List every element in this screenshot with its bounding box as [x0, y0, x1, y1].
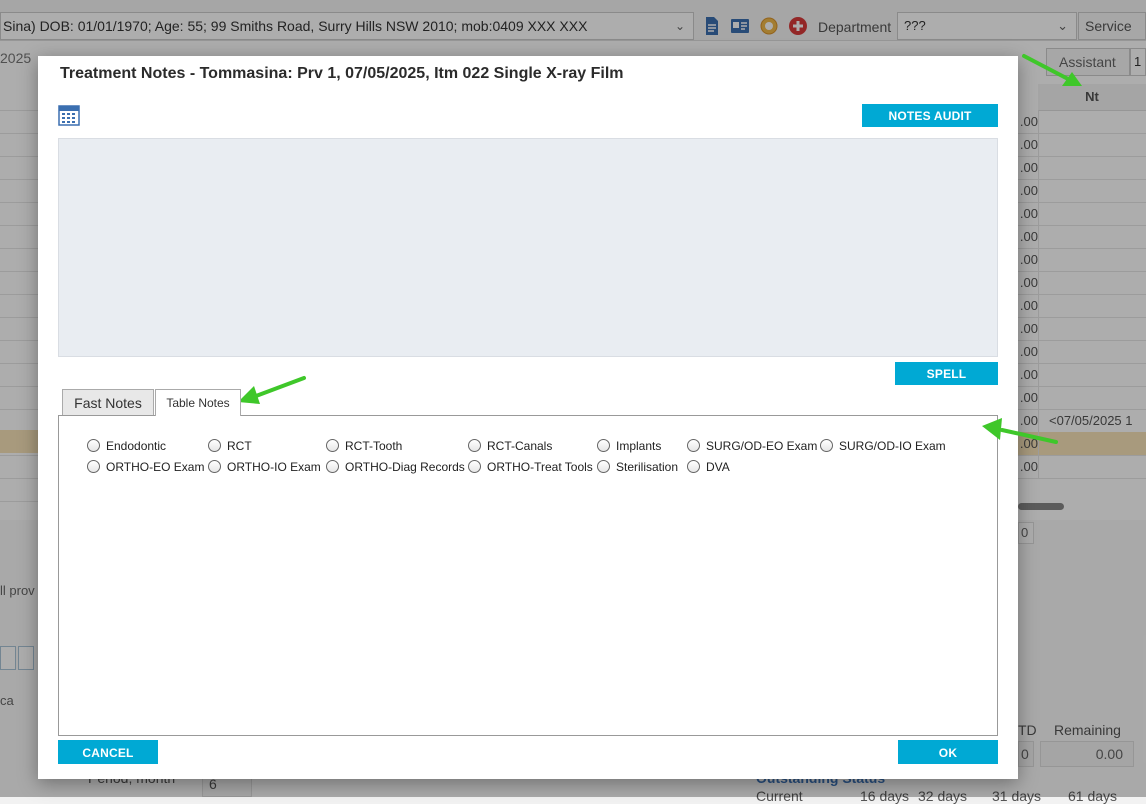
calendar-icon[interactable] [58, 104, 80, 126]
table-notes-panel: Endodontic RCT RCT-Tooth RCT-Canals Impl… [58, 415, 998, 736]
radio-label: ORTHO-Treat Tools [487, 460, 593, 474]
radio-button-icon [208, 460, 221, 474]
radio-button-icon [597, 439, 610, 453]
radio-label: SURG/OD-EO Exam [706, 439, 818, 453]
radio-ortho-treat-tools[interactable]: ORTHO-Treat Tools [468, 460, 593, 474]
radio-label: ORTHO-IO Exam [227, 460, 321, 474]
radio-label: Implants [616, 439, 662, 453]
annotation-arrow-icon [982, 418, 1058, 444]
radio-button-icon [597, 460, 610, 474]
radio-button-icon [468, 460, 481, 474]
radio-label: RCT-Tooth [345, 439, 403, 453]
radio-button-icon [326, 460, 339, 474]
radio-label: DVA [706, 460, 730, 474]
notes-text-area[interactable] [58, 138, 998, 357]
cancel-button[interactable]: CANCEL [58, 740, 158, 764]
radio-rct-tooth[interactable]: RCT-Tooth [326, 439, 402, 453]
radio-button-icon [87, 439, 100, 453]
tab-table-notes[interactable]: Table Notes [155, 389, 241, 416]
radio-button-icon [820, 439, 833, 453]
ok-button[interactable]: OK [898, 740, 998, 764]
radio-dva[interactable]: DVA [687, 460, 730, 474]
radio-button-icon [87, 460, 100, 474]
radio-ortho-eo-exam[interactable]: ORTHO-EO Exam [87, 460, 204, 474]
radio-label: ORTHO-EO Exam [106, 460, 205, 474]
radio-label: Endodontic [106, 439, 167, 453]
annotation-arrow-icon [238, 376, 306, 404]
radio-button-icon [326, 439, 339, 453]
radio-label: RCT [227, 439, 252, 453]
radio-button-icon [208, 439, 221, 453]
radio-surg-od-eo-exam[interactable]: SURG/OD-EO Exam [687, 439, 817, 453]
dialog-title: Treatment Notes - Tommasina: Prv 1, 07/0… [60, 65, 624, 82]
radio-button-icon [687, 460, 700, 474]
radio-rct[interactable]: RCT [208, 439, 252, 453]
radio-ortho-io-exam[interactable]: ORTHO-IO Exam [208, 460, 321, 474]
treatment-notes-dialog: Treatment Notes - Tommasina: Prv 1, 07/0… [38, 56, 1018, 779]
radio-button-icon [687, 439, 700, 453]
notes-audit-trail-button[interactable]: NOTES AUDIT TRAIL... [862, 104, 998, 145]
radio-label: SURG/OD-IO Exam [839, 439, 946, 453]
annotation-arrow-icon [1022, 54, 1082, 86]
tab-fast-notes[interactable]: Fast Notes [62, 389, 154, 415]
spell-check-button[interactable]: SPELL CHECK... [895, 362, 998, 403]
radio-surg-od-io-exam[interactable]: SURG/OD-IO Exam [820, 439, 946, 453]
radio-rct-canals[interactable]: RCT-Canals [468, 439, 552, 453]
radio-button-icon [468, 439, 481, 453]
radio-endodontic[interactable]: Endodontic [87, 439, 166, 453]
radio-label: RCT-Canals [487, 439, 553, 453]
radio-implants[interactable]: Implants [597, 439, 661, 453]
radio-label: Sterilisation [616, 460, 679, 474]
radio-sterilisation[interactable]: Sterilisation [597, 460, 678, 474]
radio-label: ORTHO-Diag Records [345, 460, 465, 474]
radio-ortho-diag-records[interactable]: ORTHO-Diag Records [326, 460, 465, 474]
